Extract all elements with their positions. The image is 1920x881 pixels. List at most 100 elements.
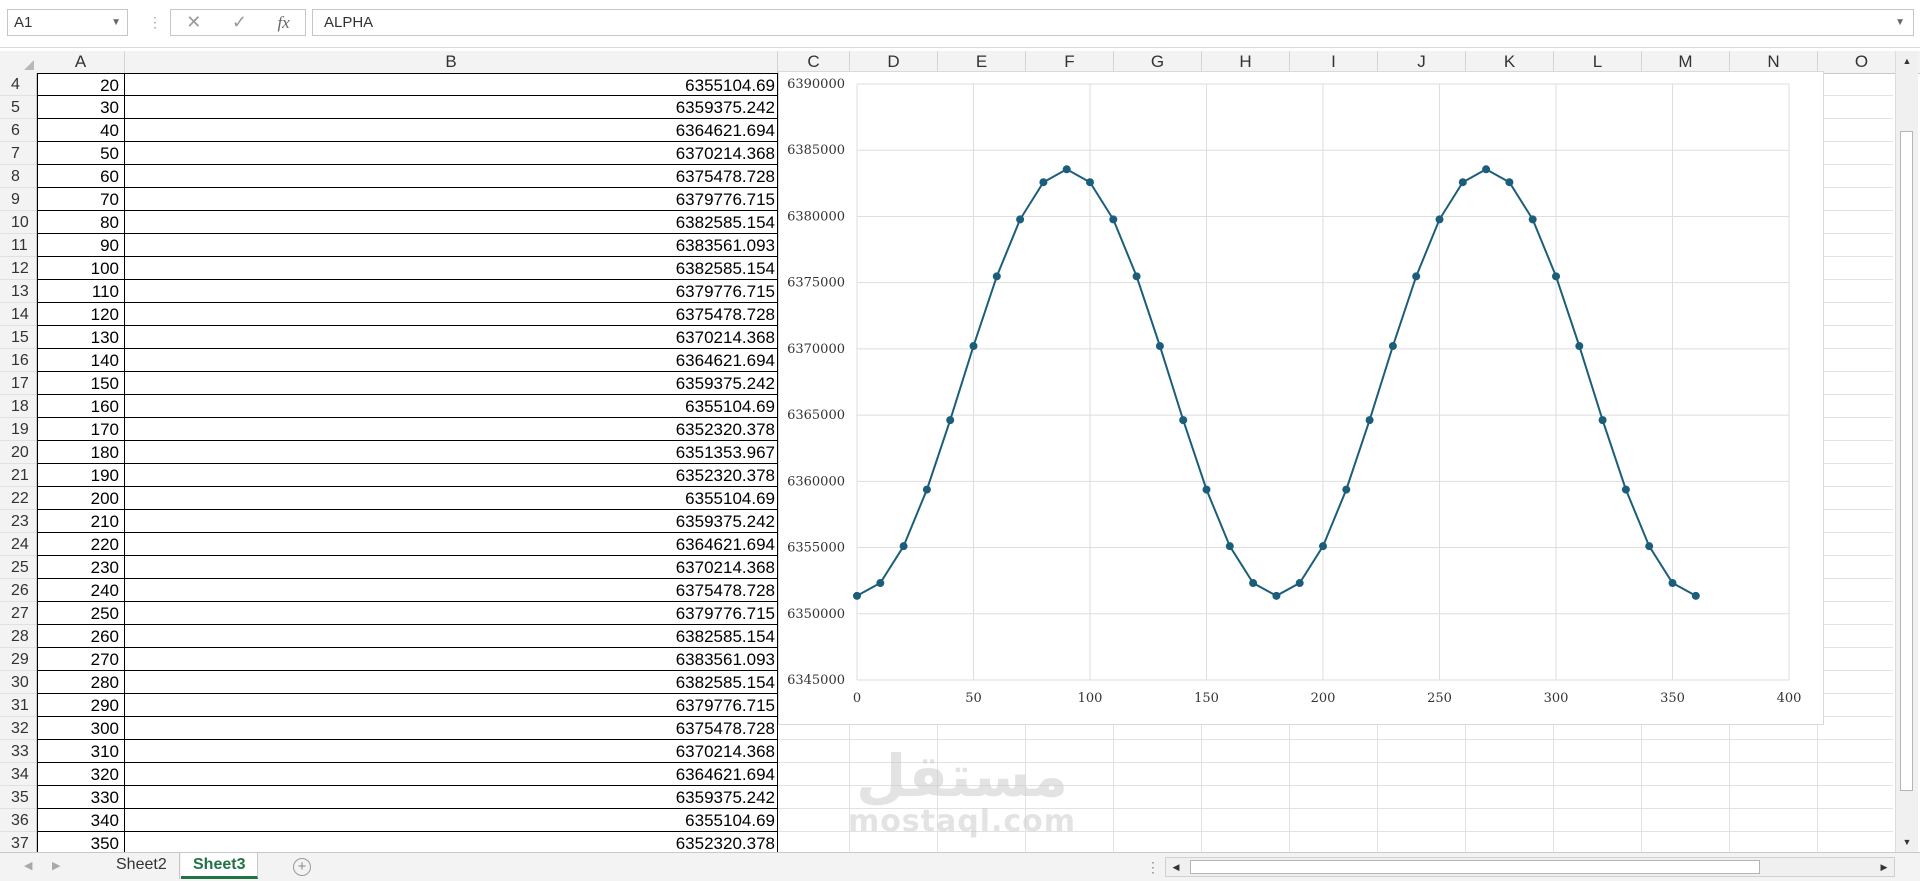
cell-a[interactable]: 40 xyxy=(37,119,125,142)
cell-a[interactable]: 150 xyxy=(37,372,125,395)
cell-a[interactable]: 330 xyxy=(37,786,125,809)
row-header[interactable]: 37 xyxy=(0,832,36,852)
row-header[interactable]: 31 xyxy=(0,694,36,717)
row-header[interactable]: 36 xyxy=(0,809,36,832)
cell-a[interactable]: 130 xyxy=(37,326,125,349)
cancel-icon[interactable]: ✕ xyxy=(186,12,201,33)
cell-b[interactable]: 6370214.368 xyxy=(125,142,778,165)
cell-a[interactable]: 30 xyxy=(37,96,125,119)
cell-b[interactable]: 6370214.368 xyxy=(125,740,778,763)
cell-a[interactable]: 100 xyxy=(37,257,125,280)
cell-b[interactable]: 6355104.69 xyxy=(125,809,778,832)
cell-a[interactable]: 200 xyxy=(37,487,125,510)
cell-a[interactable]: 230 xyxy=(37,556,125,579)
cell-b[interactable]: 6355104.69 xyxy=(125,73,778,96)
cell-b[interactable]: 6352320.378 xyxy=(125,832,778,852)
column-header-a[interactable]: A xyxy=(37,51,125,73)
scatter-chart[interactable]: 0 50 100 150 200 250 300 350 400 6345000 6350000 63… xyxy=(778,71,1824,725)
row-header[interactable]: 32 xyxy=(0,717,36,740)
cell-a[interactable]: 50 xyxy=(37,142,125,165)
cell-a[interactable]: 190 xyxy=(37,464,125,487)
cell-b[interactable]: 6382585.154 xyxy=(125,257,778,280)
row-header[interactable]: 29 xyxy=(0,648,36,671)
column-header-f[interactable]: F xyxy=(1026,51,1114,73)
row-header[interactable]: 27 xyxy=(0,602,36,625)
row-header[interactable]: 24 xyxy=(0,533,36,556)
row-header[interactable]: 26 xyxy=(0,579,36,602)
cell-b[interactable]: 6382585.154 xyxy=(125,625,778,648)
row-header[interactable]: 35 xyxy=(0,786,36,809)
cell-a[interactable]: 220 xyxy=(37,533,125,556)
cell-b[interactable]: 6359375.242 xyxy=(125,96,778,119)
cell-b[interactable]: 6382585.154 xyxy=(125,671,778,694)
insert-function-icon[interactable]: fx xyxy=(277,13,289,33)
cell-b[interactable]: 6375478.728 xyxy=(125,165,778,188)
cell-b[interactable]: 6370214.368 xyxy=(125,556,778,579)
row-header[interactable]: 30 xyxy=(0,671,36,694)
column-header-m[interactable]: M xyxy=(1642,51,1730,73)
cell-a[interactable]: 110 xyxy=(37,280,125,303)
enter-icon[interactable]: ✓ xyxy=(232,12,247,33)
cell-a[interactable]: 20 xyxy=(37,73,125,96)
cell-b[interactable]: 6375478.728 xyxy=(125,303,778,326)
cell-a[interactable]: 300 xyxy=(37,717,125,740)
tab-split-handle-icon[interactable]: ⋮ xyxy=(1146,859,1160,876)
row-header[interactable]: 17 xyxy=(0,372,36,395)
cell-a[interactable]: 70 xyxy=(37,188,125,211)
cell-a[interactable]: 350 xyxy=(37,832,125,852)
column-header-l[interactable]: L xyxy=(1554,51,1642,73)
column-header-k[interactable]: K xyxy=(1466,51,1554,73)
horizontal-scroll-thumb[interactable] xyxy=(1190,860,1760,874)
row-header[interactable]: 9 xyxy=(0,188,36,211)
cell-b[interactable]: 6359375.242 xyxy=(125,786,778,809)
column-header-b[interactable]: B xyxy=(125,51,778,73)
cell-b[interactable]: 6379776.715 xyxy=(125,188,778,211)
row-header[interactable]: 16 xyxy=(0,349,36,372)
cell-a[interactable]: 60 xyxy=(37,165,125,188)
row-header[interactable]: 15 xyxy=(0,326,36,349)
cell-b[interactable]: 6364621.694 xyxy=(125,349,778,372)
next-sheet-icon[interactable]: ▶ xyxy=(52,859,60,872)
cell-b[interactable]: 6383561.093 xyxy=(125,234,778,257)
row-header[interactable]: 21 xyxy=(0,464,36,487)
chevron-down-icon[interactable]: ▼ xyxy=(111,10,121,35)
cell-b[interactable]: 6383561.093 xyxy=(125,648,778,671)
cell-a[interactable]: 270 xyxy=(37,648,125,671)
cell-b[interactable]: 6370214.368 xyxy=(125,326,778,349)
scroll-left-icon[interactable]: ◀ xyxy=(1168,858,1184,876)
cell-a[interactable]: 250 xyxy=(37,602,125,625)
column-header-g[interactable]: G xyxy=(1114,51,1202,73)
cell-a[interactable]: 280 xyxy=(37,671,125,694)
tab-sheet3[interactable]: Sheet3 xyxy=(181,853,259,879)
row-header[interactable]: 11 xyxy=(0,234,36,257)
cell-a[interactable]: 180 xyxy=(37,441,125,464)
column-header-o[interactable]: O xyxy=(1818,51,1906,73)
row-header[interactable]: 14 xyxy=(0,303,36,326)
column-header-i[interactable]: I xyxy=(1290,51,1378,73)
row-header[interactable]: 6 xyxy=(0,119,36,142)
cell-b[interactable]: 6359375.242 xyxy=(125,372,778,395)
cell-b[interactable]: 6355104.69 xyxy=(125,487,778,510)
scroll-right-icon[interactable]: ▶ xyxy=(1876,858,1892,876)
cell-a[interactable]: 140 xyxy=(37,349,125,372)
horizontal-scrollbar[interactable]: ◀ ▶ xyxy=(1165,857,1895,877)
cell-a[interactable]: 260 xyxy=(37,625,125,648)
cell-a[interactable]: 320 xyxy=(37,763,125,786)
cell-a[interactable]: 290 xyxy=(37,694,125,717)
cell-b[interactable]: 6379776.715 xyxy=(125,694,778,717)
column-header-n[interactable]: N xyxy=(1730,51,1818,73)
vertical-scrollbar[interactable]: ▲ ▼ xyxy=(1895,51,1918,852)
cell-b[interactable]: 6382585.154 xyxy=(125,211,778,234)
row-header[interactable]: 28 xyxy=(0,625,36,648)
cell-a[interactable]: 80 xyxy=(37,211,125,234)
row-header[interactable]: 23 xyxy=(0,510,36,533)
row-header[interactable]: 19 xyxy=(0,418,36,441)
row-header[interactable]: 22 xyxy=(0,487,36,510)
cell-b[interactable]: 6355104.69 xyxy=(125,395,778,418)
cell-b[interactable]: 6364621.694 xyxy=(125,119,778,142)
cell-a[interactable]: 340 xyxy=(37,809,125,832)
row-header[interactable]: 4 xyxy=(0,73,36,96)
cell-b[interactable]: 6375478.728 xyxy=(125,579,778,602)
row-header[interactable]: 10 xyxy=(0,211,36,234)
more-options-icon[interactable]: ⋮ xyxy=(148,14,162,31)
